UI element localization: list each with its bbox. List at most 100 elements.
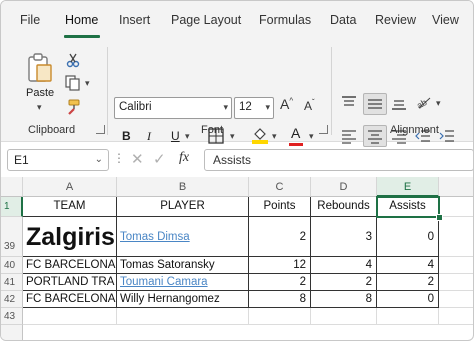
cell-e39[interactable]: 0	[377, 217, 439, 257]
row-header-41[interactable]: 41	[1, 274, 23, 291]
increase-font-size-icon[interactable]: A^	[280, 96, 293, 112]
select-all-corner[interactable]	[1, 177, 23, 197]
cell-e42[interactable]: 0	[377, 291, 439, 308]
cell-d1[interactable]: Rebounds	[311, 197, 377, 217]
row-header-39[interactable]: 39	[1, 217, 23, 257]
cell-e41[interactable]: 2	[377, 274, 439, 291]
tab-formulas[interactable]: Formulas	[259, 13, 311, 27]
cell-f41[interactable]	[439, 274, 473, 291]
spreadsheet-grid: A B C D E 1 TEAM PLAYER Points Rebounds …	[1, 177, 473, 340]
column-header-b[interactable]: B	[117, 177, 249, 197]
row-header-42[interactable]: 42	[1, 291, 23, 308]
font-dialog-launcher-icon[interactable]	[319, 125, 328, 134]
cell-a1[interactable]: TEAM	[23, 197, 117, 217]
cell-f43[interactable]	[439, 308, 473, 325]
row-header-43[interactable]: 43	[1, 308, 23, 325]
tab-data[interactable]: Data	[330, 13, 356, 27]
column-header-d[interactable]: D	[311, 177, 377, 197]
cell-a43[interactable]	[23, 308, 117, 325]
cell-d43[interactable]	[311, 308, 377, 325]
bottom-align-icon[interactable]	[391, 95, 407, 111]
font-color-dropdown-icon[interactable]: ▾	[309, 131, 314, 142]
paste-dropdown-icon[interactable]: ▾	[37, 102, 42, 113]
fill-color-icon[interactable]	[251, 126, 269, 144]
enter-icon[interactable]: ✓	[153, 150, 166, 168]
cell-f40[interactable]	[439, 257, 473, 274]
row-header-1[interactable]: 1	[1, 197, 23, 217]
cell-b1[interactable]: PLAYER	[117, 197, 249, 217]
font-color-icon[interactable]: A	[291, 125, 300, 141]
format-painter-icon[interactable]	[64, 99, 82, 115]
cell-e43[interactable]	[377, 308, 439, 325]
italic-button[interactable]: I	[147, 129, 151, 144]
top-align-icon[interactable]	[341, 95, 357, 111]
tab-file[interactable]: File	[20, 13, 40, 27]
paste-icon[interactable]	[27, 53, 53, 83]
fill-color-dropdown-icon[interactable]: ▾	[272, 131, 277, 142]
column-header-f[interactable]	[439, 177, 473, 197]
cell-a39[interactable]: Zalgiris	[23, 217, 117, 257]
align-left-icon[interactable]	[341, 128, 357, 144]
chevron-down-icon: ▾	[265, 102, 270, 112]
cell-c1[interactable]: Points	[249, 197, 311, 217]
cell-a41[interactable]: PORTLAND TRA	[23, 274, 117, 291]
cell-b42[interactable]: Willy Hernangomez	[117, 291, 249, 308]
tab-review[interactable]: Review	[375, 13, 416, 27]
underline-button[interactable]: U	[171, 129, 180, 143]
row-header-40[interactable]: 40	[1, 257, 23, 274]
orientation-dropdown-icon[interactable]: ▾	[436, 98, 441, 109]
cell-b41[interactable]: Toumani Camara	[117, 274, 249, 291]
increase-indent-icon[interactable]	[439, 128, 455, 144]
cell-a40[interactable]: FC BARCELONA	[23, 257, 117, 274]
cancel-icon[interactable]: ✕	[131, 150, 144, 168]
tab-home[interactable]: Home	[65, 13, 98, 27]
cell-d40[interactable]: 4	[311, 257, 377, 274]
cell-d39[interactable]: 3	[311, 217, 377, 257]
underline-dropdown-icon[interactable]: ▾	[185, 131, 190, 142]
tab-view[interactable]: View	[432, 13, 459, 27]
cell-e40[interactable]: 4	[377, 257, 439, 274]
cell-d41[interactable]: 2	[311, 274, 377, 291]
copy-icon[interactable]	[64, 75, 82, 91]
font-name-select[interactable]: Calibri ▾	[114, 97, 232, 119]
orientation-icon[interactable]: ab	[415, 93, 433, 111]
font-color-swatch	[289, 143, 303, 146]
tab-page-layout[interactable]: Page Layout	[171, 13, 241, 27]
cell-c40[interactable]: 12	[249, 257, 311, 274]
row-header-44[interactable]	[1, 325, 23, 340]
center-align-button[interactable]	[363, 125, 387, 147]
bold-button[interactable]: B	[122, 129, 131, 143]
column-header-c[interactable]: C	[249, 177, 311, 197]
formula-input[interactable]: Assists	[204, 149, 473, 171]
font-size-select[interactable]: 12 ▾	[234, 97, 274, 119]
name-box[interactable]: E1 ⌄	[7, 149, 109, 171]
cell-b40[interactable]: Tomas Satoransky	[117, 257, 249, 274]
cell-e1[interactable]: Assists	[377, 197, 439, 217]
cell-b43[interactable]	[117, 308, 249, 325]
middle-align-icon	[368, 99, 382, 109]
column-header-e[interactable]: E	[377, 177, 439, 197]
tab-insert[interactable]: Insert	[119, 13, 150, 27]
borders-dropdown-icon[interactable]: ▾	[230, 131, 235, 142]
cell-a42[interactable]: FC BARCELONA	[23, 291, 117, 308]
cell-c42[interactable]: 8	[249, 291, 311, 308]
clipboard-dialog-launcher-icon[interactable]	[96, 125, 105, 134]
cell-c41[interactable]: 2	[249, 274, 311, 291]
column-header-a[interactable]: A	[23, 177, 117, 197]
paste-button[interactable]: Paste	[26, 87, 54, 99]
middle-align-button[interactable]	[363, 93, 387, 115]
cell-d42[interactable]: 8	[311, 291, 377, 308]
cell-b39[interactable]: Tomas Dimsa	[117, 217, 249, 257]
more-options-icon[interactable]: ⋮	[113, 151, 125, 165]
decrease-font-size-icon[interactable]: Aˇ	[304, 98, 315, 113]
cell-f42[interactable]	[439, 291, 473, 308]
fill-handle[interactable]	[436, 214, 443, 221]
cell-f1[interactable]	[439, 197, 473, 217]
insert-function-button[interactable]: fx	[179, 150, 189, 166]
cell-c43[interactable]	[249, 308, 311, 325]
cell-c39[interactable]: 2	[249, 217, 311, 257]
cell-f39[interactable]	[439, 217, 473, 257]
copy-dropdown-icon[interactable]: ▾	[85, 78, 90, 89]
align-center-icon	[368, 130, 382, 144]
cut-icon[interactable]	[64, 52, 82, 68]
